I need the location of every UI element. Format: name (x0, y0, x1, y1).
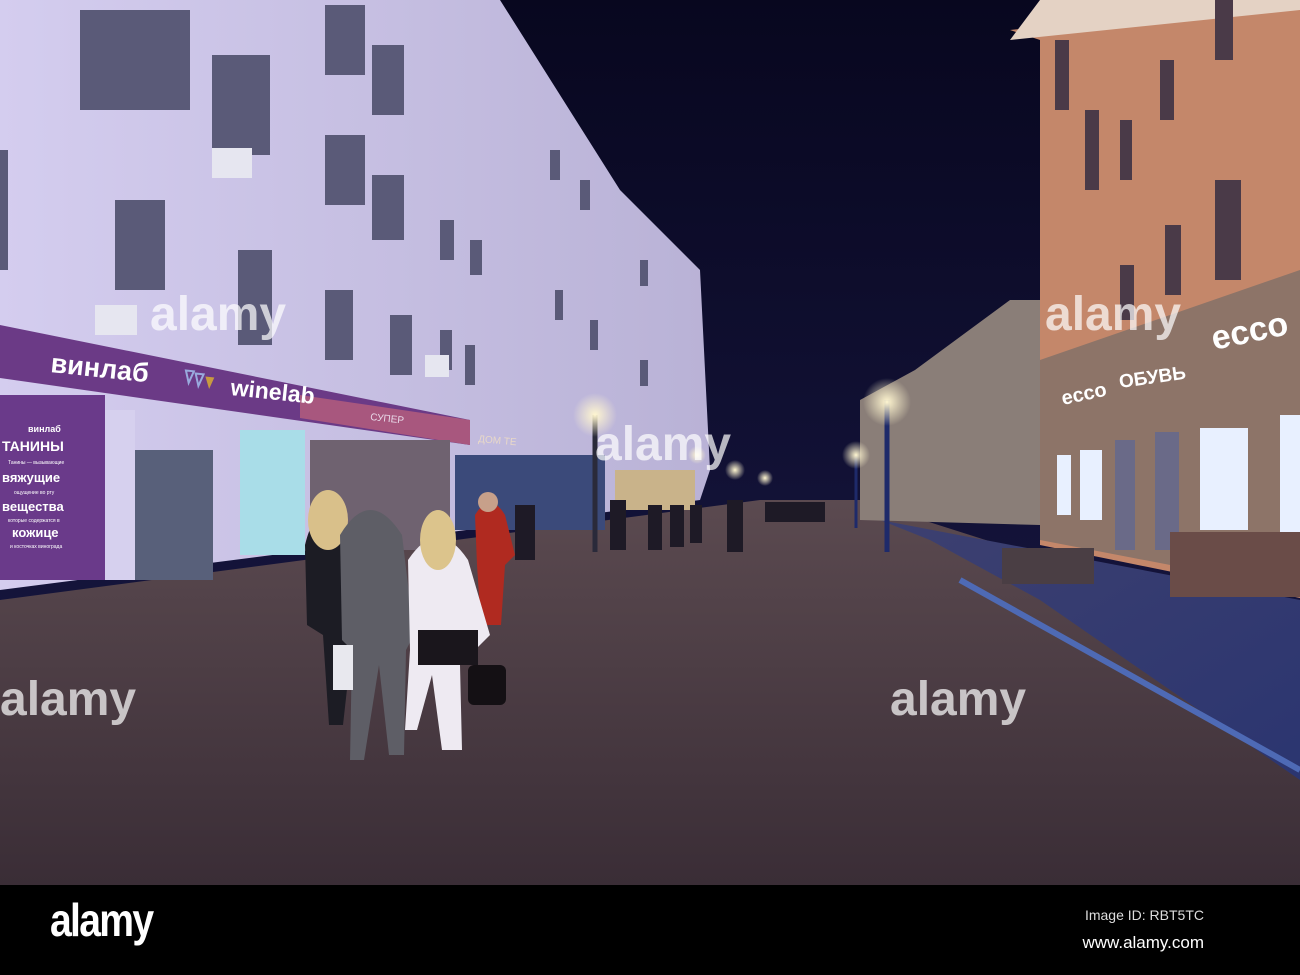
poster-line: ощущение во рту (14, 490, 55, 496)
watermark: alamy (595, 418, 731, 471)
shop-door[interactable] (135, 450, 213, 580)
poster-line: и косточках винограда (10, 544, 62, 550)
poster-line: которые содержатся в (8, 518, 60, 524)
air-conditioner (425, 355, 449, 377)
handbag (468, 665, 506, 705)
alamy-logo[interactable]: alamy (50, 893, 154, 947)
poster-line: кожице (12, 525, 59, 540)
tannins-poster (0, 395, 105, 580)
poster-line: вяжущие (2, 470, 60, 485)
air-conditioner (212, 148, 252, 178)
watermark: alamy (1045, 288, 1181, 341)
pillar (105, 410, 135, 580)
watermark: alamy (0, 673, 136, 726)
alamy-url[interactable]: www.alamy.com (1082, 933, 1204, 953)
shop-door[interactable] (1115, 440, 1135, 550)
poster-line: Танины — вызывающие (8, 460, 64, 466)
image-id: Image ID: RBT5TC (1084, 907, 1204, 923)
air-conditioner (95, 305, 137, 335)
planter (1002, 548, 1094, 584)
photo-frame: винлаб winelab СУПЕР ДОМ ТЕ винлаб ТАНИН… (0, 0, 1300, 975)
poster-brand: винлаб (28, 424, 61, 434)
poster-line: ТАНИНЫ (2, 438, 64, 454)
shopping-bag (333, 645, 353, 690)
poster-line: вещества (2, 499, 64, 514)
footer-bar: alamy Image ID: RBT5TC www.alamy.com (0, 885, 1300, 975)
brick-base (1170, 532, 1300, 597)
watermark: alamy (890, 673, 1026, 726)
night-street-photo: винлаб winelab СУПЕР ДОМ ТЕ винлаб ТАНИН… (0, 0, 1300, 885)
watermark: alamy (150, 288, 286, 341)
shop-windows (615, 470, 695, 510)
shop-window (240, 430, 305, 555)
